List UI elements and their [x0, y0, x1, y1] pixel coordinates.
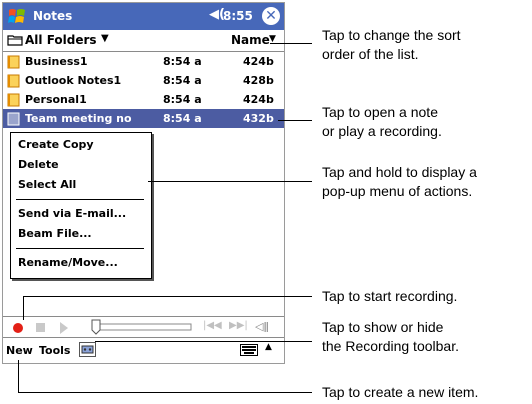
input-arrow-icon[interactable]: ▲	[265, 342, 272, 352]
menu-divider	[16, 199, 144, 200]
sort-dropdown[interactable]: Name	[231, 33, 270, 47]
recording-toolbar: |◀◀ ▶▶| ◁ǁ	[3, 316, 284, 338]
menu-item-rename-move[interactable]: Rename/Move...	[18, 256, 118, 272]
note-icon	[7, 93, 20, 107]
callout-line-toggle	[95, 341, 312, 342]
menu-item-create-copy[interactable]: Create Copy	[18, 138, 94, 154]
stop-icon[interactable]	[36, 323, 45, 332]
callout-sort: Tap to change the sort order of the list.	[322, 27, 461, 62]
callout-toggle: Tap to show or hide the Recording toolbar…	[322, 319, 459, 354]
skip-forward-icon[interactable]: ▶▶|	[229, 320, 248, 331]
callout-new: Tap to create a new item.	[322, 384, 479, 400]
callout-line-sort	[270, 43, 312, 44]
callout-line-open	[278, 120, 312, 121]
callout-line-record	[23, 296, 312, 297]
menu-divider	[16, 248, 144, 249]
folder-icon	[7, 35, 23, 46]
list-item-selected[interactable]: Team meeting no 8:54 a 432b	[3, 109, 284, 128]
recording-toolbar-toggle-icon[interactable]	[79, 342, 96, 357]
windows-flag-icon[interactable]	[7, 7, 27, 26]
callout-open: Tap to open a note or play a recording.	[322, 104, 442, 139]
callout-line-new	[18, 392, 312, 393]
menu-item-beam-file[interactable]: Beam File...	[18, 227, 92, 243]
folder-bar: All Folders ▼ Name ▼	[3, 30, 284, 52]
tools-menu[interactable]: Tools	[39, 344, 70, 357]
note-icon	[7, 74, 20, 88]
play-icon[interactable]	[60, 322, 68, 334]
keyboard-icon[interactable]	[240, 344, 258, 356]
app-title: Notes	[33, 9, 73, 23]
callout-hold: Tap and hold to display a pop-up menu of …	[322, 164, 477, 199]
popup-menu: Create Copy Delete Select All Send via E…	[10, 132, 152, 279]
note-icon	[7, 55, 20, 69]
callout-line-record-drop	[23, 296, 24, 320]
menu-item-select-all[interactable]: Select All	[18, 178, 76, 194]
playback-slider[interactable]	[91, 319, 193, 335]
list-item[interactable]: Business1 8:54 a 424b	[3, 52, 284, 71]
title-bar: Notes ◀( 8:55 ✕	[3, 3, 284, 30]
folder-dropdown[interactable]: All Folders	[25, 33, 97, 47]
clock[interactable]: 8:55	[223, 9, 253, 23]
close-icon[interactable]: ✕	[262, 7, 280, 25]
callout-line-hold	[148, 181, 312, 182]
list-item[interactable]: Outlook Notes1 8:54 a 428b	[3, 71, 284, 90]
skip-back-icon[interactable]: |◀◀	[203, 320, 222, 331]
new-button[interactable]: New	[6, 344, 33, 357]
menu-item-send-email[interactable]: Send via E-mail...	[18, 207, 126, 223]
menu-item-delete[interactable]: Delete	[18, 158, 59, 174]
callout-record: Tap to start recording.	[322, 288, 458, 304]
device-screen: Notes ◀( 8:55 ✕ All Folders ▼ Name ▼ Bus…	[2, 2, 285, 364]
volume-icon[interactable]: ◁ǁ	[255, 320, 269, 333]
list-item[interactable]: Personal1 8:54 a 424b	[3, 90, 284, 109]
callout-line-new-drop	[18, 360, 19, 392]
chevron-down-icon[interactable]: ▼	[101, 33, 109, 44]
record-icon[interactable]	[13, 323, 23, 333]
note-icon	[7, 112, 20, 126]
